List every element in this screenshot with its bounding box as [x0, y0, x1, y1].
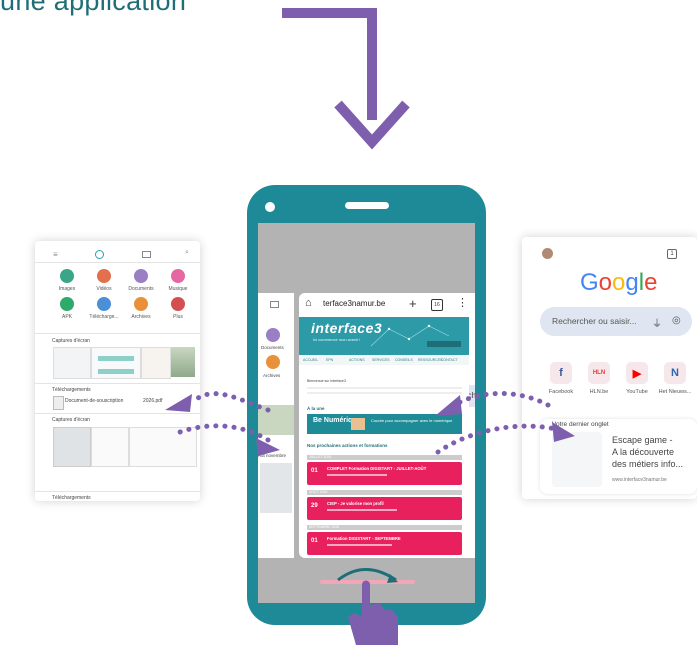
- dotted-arrows: [165, 391, 575, 456]
